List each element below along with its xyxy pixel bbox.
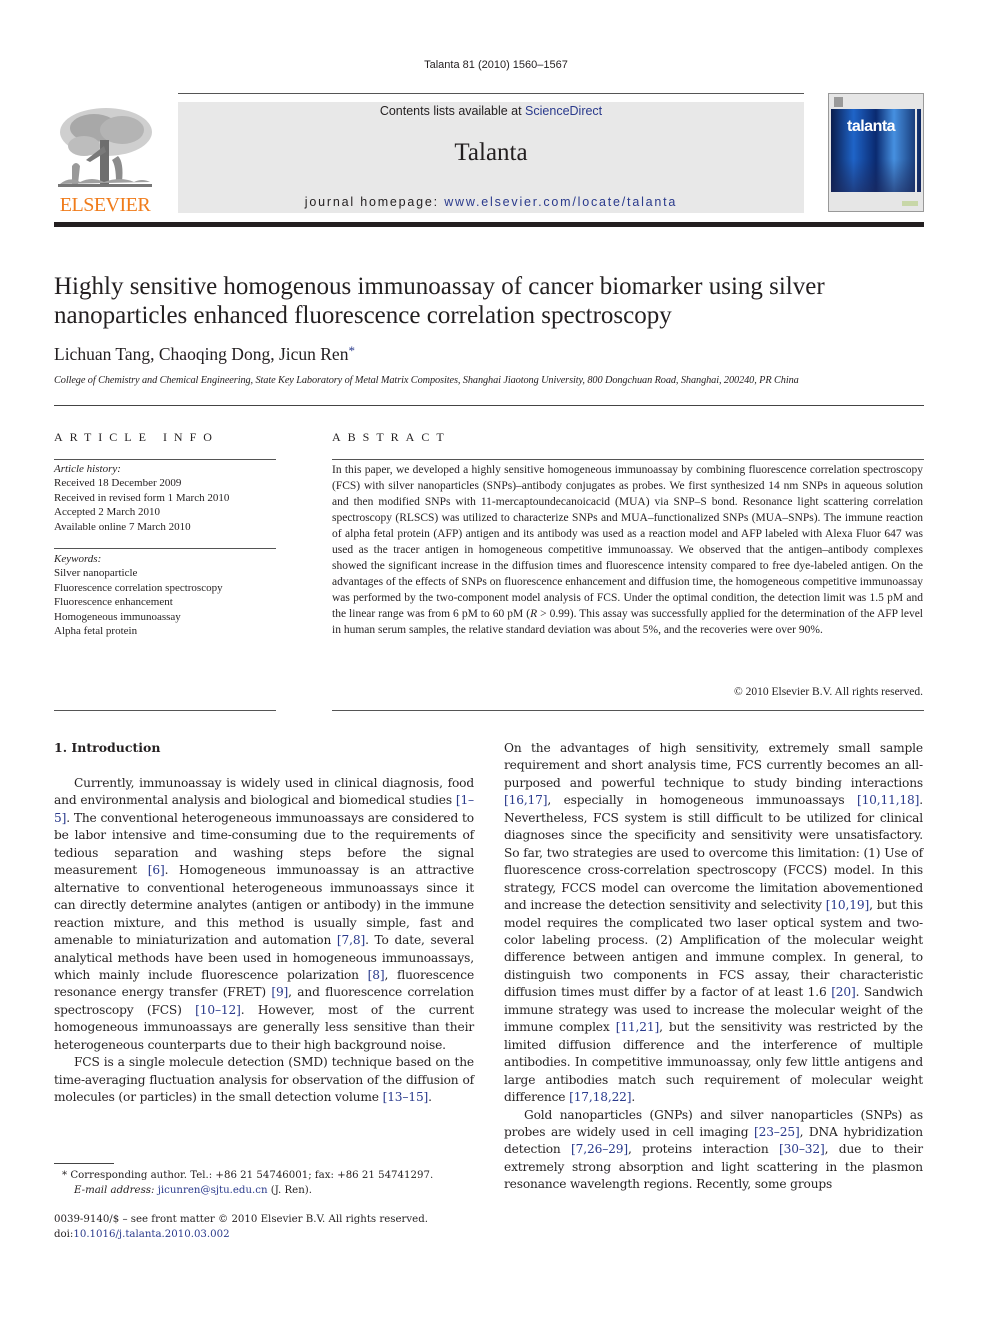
footnote-corresponding: * Corresponding author. Tel.: +86 21 547… <box>62 1168 433 1183</box>
body-column-left: Currently, immunoassay is widely used in… <box>54 775 474 1107</box>
front-matter: 0039-9140/$ – see front matter © 2010 El… <box>54 1212 428 1242</box>
cover-spine-divider <box>915 109 917 192</box>
article-history: Article history: Received 18 December 20… <box>54 462 229 534</box>
journal-cover-image[interactable]: talanta <box>828 93 924 212</box>
cover-journal-name: talanta <box>847 118 896 135</box>
affiliation: College of Chemistry and Chemical Engine… <box>54 375 799 386</box>
citation-link[interactable]: [11,21] <box>616 1020 660 1034</box>
abstract-body: In this paper, we developed a highly sen… <box>332 462 923 638</box>
corresponding-author-mark[interactable]: * <box>348 343 355 358</box>
doi-line: doi:10.1016/j.talanta.2010.03.002 <box>54 1227 428 1242</box>
text-run: , proteins interaction <box>627 1142 780 1157</box>
paragraph: Gold nanoparticles (GNPs) and silver nan… <box>504 1107 923 1194</box>
keyword-item: Silver nanoparticle <box>54 567 138 580</box>
email-link[interactable]: jicunren@sjtu.edu.cn <box>158 1185 268 1196</box>
section-heading-introduction: 1. Introduction <box>54 740 161 755</box>
keywords-rule <box>54 548 276 549</box>
body-column-right: On the advantages of high sensitivity, e… <box>504 740 923 1194</box>
citation-link[interactable]: [20] <box>831 985 856 999</box>
history-item: Available online 7 March 2010 <box>54 520 191 533</box>
paragraph: FCS is a single molecule detection (SMD)… <box>54 1054 474 1106</box>
article-info-rule <box>54 459 276 460</box>
running-head: Talanta 81 (2010) 1560–1567 <box>424 59 568 71</box>
footnote: * Corresponding author. Tel.: +86 21 547… <box>62 1168 433 1198</box>
email-label: E-mail address: <box>74 1185 155 1196</box>
abstract-top-rule <box>332 459 924 460</box>
text-run: . Nevertheless, FCS system is still diff… <box>504 793 923 913</box>
corresponding-author-text: Corresponding author. Tel.: +86 21 54746… <box>70 1170 434 1181</box>
article-info-bottom-rule <box>54 710 276 711</box>
journal-title: Talanta <box>454 139 528 166</box>
footnote-rule <box>54 1163 114 1164</box>
cover-publisher-icon <box>834 97 843 107</box>
text-run: . <box>428 1090 432 1105</box>
citation-link[interactable]: [30–32] <box>779 1142 825 1156</box>
keywords: Keywords: Silver nanoparticle Fluorescen… <box>54 552 223 638</box>
article-title: Highly sensitive homogenous immunoassay … <box>54 273 825 329</box>
citation-link[interactable]: [8] <box>368 968 385 982</box>
abstract-text-part: In this paper, we developed a highly sen… <box>332 464 923 620</box>
footnote-mark: * <box>62 1170 68 1181</box>
issn-line: 0039-9140/$ – see front matter © 2010 El… <box>54 1214 428 1225</box>
authors-text: Lichuan Tang, Chaoqing Dong, Jicun Ren <box>54 344 349 364</box>
abstract-copyright: © 2010 Elsevier B.V. All rights reserved… <box>734 686 923 698</box>
keyword-item: Fluorescence correlation spectroscopy <box>54 581 223 594</box>
history-item: Received 18 December 2009 <box>54 477 182 490</box>
elsevier-wordmark: ELSEVIER <box>59 194 151 216</box>
citation-link[interactable]: [16,17] <box>504 793 548 807</box>
journal-homepage: journal homepage: www.elsevier.com/locat… <box>178 195 804 209</box>
citation-link[interactable]: [9] <box>271 985 288 999</box>
paragraph: Currently, immunoassay is widely used in… <box>54 775 474 1054</box>
paragraph: On the advantages of high sensitivity, e… <box>504 740 923 1107</box>
citation-link[interactable]: [10–12] <box>195 1003 241 1017</box>
citation-link[interactable]: [7,26–29] <box>571 1142 628 1156</box>
keyword-item: Fluorescence enhancement <box>54 596 173 609</box>
citation-link[interactable]: [17,18,22] <box>569 1090 631 1104</box>
header-top-rule <box>178 93 804 94</box>
cover-footer-icon <box>902 201 918 206</box>
abstract-heading: ABSTRACT <box>332 430 451 444</box>
affiliation-rule <box>54 405 924 406</box>
text-run: , especially in homogeneous immunoassays <box>547 793 857 808</box>
sciencedirect-link[interactable]: ScienceDirect <box>525 104 602 118</box>
contents-prefix: Contents lists available at <box>379 104 526 118</box>
keywords-label: Keywords: <box>54 553 102 565</box>
header-thick-rule <box>54 222 924 227</box>
footnote-email: E-mail address: jicunren@sjtu.edu.cn (J.… <box>62 1183 433 1198</box>
citation-link[interactable]: [7,8] <box>337 933 365 947</box>
abstract-bottom-rule <box>332 710 924 711</box>
citation-link[interactable]: [10,11,18] <box>857 793 919 807</box>
elsevier-logo[interactable]: ELSEVIER <box>54 104 156 216</box>
keyword-item: Alpha fetal protein <box>54 625 138 638</box>
doi-prefix: doi: <box>54 1229 74 1240</box>
text-run: Currently, immunoassay is widely used in… <box>54 776 474 808</box>
author-list: Lichuan Tang, Chaoqing Dong, Jicun Ren* <box>54 343 355 365</box>
email-suffix: (J. Ren). <box>267 1185 312 1196</box>
homepage-prefix: journal homepage: <box>304 195 445 209</box>
citation-link[interactable]: [23–25] <box>754 1125 800 1139</box>
elsevier-tree-icon <box>56 106 154 194</box>
doi-link[interactable]: 10.1016/j.talanta.2010.03.002 <box>73 1229 229 1240</box>
text-run: . <box>631 1090 636 1105</box>
history-item: Accepted 2 March 2010 <box>54 506 160 519</box>
article-info-heading: ARTICLE INFO <box>54 430 219 444</box>
contents-availability: Contents lists available at ScienceDirec… <box>178 104 804 118</box>
history-item: Received in revised form 1 March 2010 <box>54 491 230 504</box>
text-run: On the advantages of high sensitivity, e… <box>504 741 923 790</box>
citation-link[interactable]: [6] <box>148 863 165 877</box>
citation-link[interactable]: [13–15] <box>383 1090 429 1104</box>
keyword-item: Homogeneous immunoassay <box>54 610 181 623</box>
article-history-label: Article history: <box>54 463 121 475</box>
citation-link[interactable]: [10,19] <box>826 898 870 912</box>
journal-banner: Contents lists available at ScienceDirec… <box>178 102 804 213</box>
homepage-link[interactable]: www.elsevier.com/locate/talanta <box>444 195 677 209</box>
